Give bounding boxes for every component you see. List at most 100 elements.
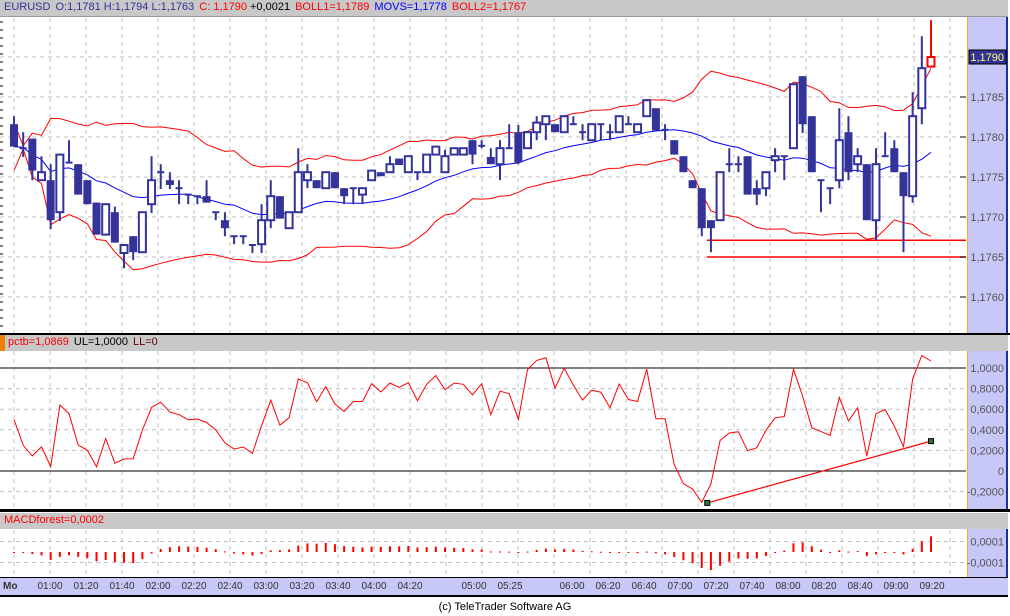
time-axis[interactable]: Mo 01:00 01:20 01:40 02:00 02:20 02:40 03:00 03… xyxy=(0,577,1008,597)
macd-histogram-bar xyxy=(352,546,355,552)
candle-body-bull xyxy=(523,131,533,150)
candle xyxy=(83,180,92,205)
candle xyxy=(165,172,174,189)
price-tick-label: 1,1770 xyxy=(970,212,1004,224)
macd-histogram-bar xyxy=(22,552,25,553)
candle xyxy=(395,158,404,165)
macd-histogram-bar xyxy=(398,546,401,552)
candle xyxy=(74,164,83,195)
candle xyxy=(46,164,55,229)
macd-histogram-bar xyxy=(590,551,593,553)
time-tick-label: 09:00 xyxy=(883,581,909,592)
macd-histogram-bar xyxy=(838,550,841,552)
macd-histogram-bar xyxy=(40,552,43,556)
price-tick-label: 1,1785 xyxy=(970,92,1004,104)
macd-histogram-bar xyxy=(58,552,61,557)
candle xyxy=(376,172,385,177)
pctb-tick-label: 0 xyxy=(998,466,1004,478)
macd-histogram-bar xyxy=(920,541,923,552)
time-tick-label: 01:20 xyxy=(73,581,99,592)
macd-histogram-bar xyxy=(471,549,474,552)
candle xyxy=(65,140,73,164)
current-price-label: 1,1790 xyxy=(970,52,1004,64)
macd-histogram-bar xyxy=(315,543,318,552)
candle-body-bull xyxy=(321,171,331,190)
candle-body-bull xyxy=(137,211,147,254)
macd-histogram-bar xyxy=(462,548,465,552)
macd-histogram-bar xyxy=(847,551,850,553)
macd-histogram-bar xyxy=(49,552,52,560)
macd-histogram-bar xyxy=(434,546,437,552)
candle-body-bull xyxy=(293,171,303,214)
price-plot[interactable] xyxy=(10,20,966,271)
candle xyxy=(734,156,742,173)
time-tick-label: 02:40 xyxy=(217,581,243,592)
candle xyxy=(101,203,111,236)
macd-histogram-bar xyxy=(572,549,575,552)
candle-body-bear xyxy=(165,180,174,185)
grid-lines xyxy=(0,18,966,577)
macd-tick-label: 0,0001 xyxy=(970,537,1004,549)
price-tick-label: 1,1775 xyxy=(970,172,1004,184)
time-tick-label: 08:40 xyxy=(847,581,873,592)
candle-body-bull xyxy=(367,169,377,182)
candle xyxy=(458,147,468,156)
macd-histogram-bar xyxy=(242,552,245,555)
candle-body-bull xyxy=(642,99,652,118)
macd-histogram-bar xyxy=(77,552,80,557)
candle xyxy=(28,138,37,181)
candle-body-bull xyxy=(284,211,294,230)
time-tick-label: 01:00 xyxy=(37,581,63,592)
candle xyxy=(220,212,229,237)
candle-body-bull xyxy=(926,56,936,68)
candle-body-bear xyxy=(651,108,660,131)
candle xyxy=(807,116,816,173)
time-tick-label: 09:20 xyxy=(919,581,945,592)
macd-histogram-bar xyxy=(774,552,777,553)
macd-histogram-bar xyxy=(544,548,547,552)
candle xyxy=(926,20,936,68)
candle-body-bear xyxy=(670,140,679,155)
candle xyxy=(239,235,247,245)
candle-body-bull xyxy=(908,115,918,198)
candle-body-bear xyxy=(679,156,688,173)
macd-histogram-bar xyxy=(159,548,162,552)
macd-histogram-bar xyxy=(288,549,291,552)
candle xyxy=(881,132,889,158)
candle xyxy=(597,123,605,141)
macd-histogram-bar xyxy=(930,536,932,552)
time-tick-label: 02:20 xyxy=(181,581,207,592)
candle-body-bull xyxy=(422,153,432,174)
candle xyxy=(541,115,551,141)
candle-body-bear xyxy=(275,196,284,219)
candle xyxy=(92,202,101,235)
time-tick-label: 07:40 xyxy=(739,581,765,592)
candle xyxy=(614,115,624,134)
candle xyxy=(257,204,267,253)
candle xyxy=(761,171,771,197)
candle-body-bull xyxy=(614,115,624,134)
candle-body-bull xyxy=(788,83,798,150)
macd-histogram-bar xyxy=(370,546,373,552)
macd-histogram-bar xyxy=(829,552,832,553)
candle xyxy=(349,187,357,205)
macd-histogram-bar xyxy=(278,550,281,552)
macd-histogram-bar xyxy=(141,552,144,560)
candle xyxy=(587,123,597,142)
candle xyxy=(826,187,834,205)
candle-body-bear xyxy=(844,132,853,173)
candle xyxy=(514,125,523,165)
macd-histogram-bar xyxy=(132,552,135,564)
macd-histogram-bar xyxy=(654,552,657,554)
candle-body-bear xyxy=(743,156,752,195)
candle xyxy=(770,148,780,173)
macd-histogram-bar xyxy=(645,551,648,553)
candle-body-bear xyxy=(899,172,908,197)
chart-canvas[interactable]: 1,1785 1,1780 1,1775 1,1770 1,1765 1,1760 1,00… xyxy=(0,0,1010,600)
pctb-plot[interactable] xyxy=(0,354,966,506)
candle xyxy=(175,180,183,205)
macd-histogram-bar xyxy=(508,551,511,553)
candle-body-bear xyxy=(514,132,523,163)
macd-histogram-bar xyxy=(682,552,685,561)
candle xyxy=(661,124,669,141)
